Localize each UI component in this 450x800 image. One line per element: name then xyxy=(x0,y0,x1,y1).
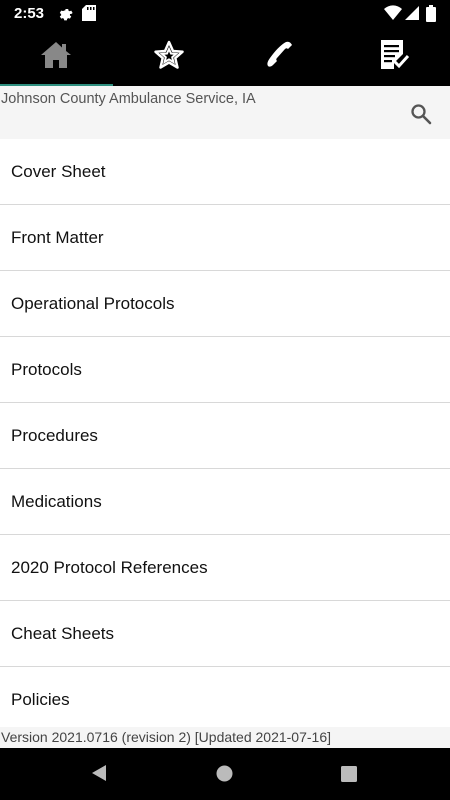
list-item[interactable]: 2020 Protocol References xyxy=(0,535,450,601)
list-item[interactable]: Operational Protocols xyxy=(0,271,450,337)
system-nav-bar xyxy=(0,748,450,800)
checklist-icon xyxy=(378,39,410,76)
back-icon[interactable] xyxy=(91,764,107,787)
status-bar: 2:53 xyxy=(0,0,450,28)
list-item-label: Protocols xyxy=(11,359,82,379)
list-item[interactable]: Policies xyxy=(0,667,450,727)
tab-favorites[interactable] xyxy=(113,28,226,86)
list-item[interactable]: Cover Sheet xyxy=(0,139,450,205)
tab-contacts[interactable] xyxy=(225,28,338,86)
list-item[interactable]: Front Matter xyxy=(0,205,450,271)
list-item[interactable]: Protocols xyxy=(0,337,450,403)
cell-signal-icon xyxy=(405,5,419,26)
list-item-label: Front Matter xyxy=(11,227,104,247)
list-item-label: Procedures xyxy=(11,425,98,445)
list-item-label: Cover Sheet xyxy=(11,161,106,181)
tab-bar xyxy=(0,28,450,86)
list-item-label: Operational Protocols xyxy=(11,293,175,313)
page-header: Johnson County Ambulance Service, IA xyxy=(0,86,450,139)
gear-icon xyxy=(57,5,73,26)
list-item[interactable]: Medications xyxy=(0,469,450,535)
list-item[interactable]: Cheat Sheets xyxy=(0,601,450,667)
list-item-label: Cheat Sheets xyxy=(11,623,115,643)
list-item-label: 2020 Protocol References xyxy=(11,557,208,577)
list-item-label: Policies xyxy=(11,689,70,709)
home-icon xyxy=(40,40,72,75)
home-circle-icon[interactable] xyxy=(216,765,233,787)
status-time: 2:53 xyxy=(14,5,45,22)
star-icon xyxy=(153,40,185,75)
search-icon[interactable] xyxy=(410,103,432,130)
protocol-menu-list: Cover Sheet Front Matter Operational Pro… xyxy=(0,139,450,727)
battery-icon xyxy=(426,5,436,27)
tab-checklist[interactable] xyxy=(338,28,450,86)
tab-home[interactable] xyxy=(0,28,113,86)
sd-card-icon xyxy=(82,5,96,26)
page-title: Johnson County Ambulance Service, IA xyxy=(1,91,256,107)
phone-icon xyxy=(264,39,298,76)
list-item[interactable]: Procedures xyxy=(0,403,450,469)
version-footer: Version 2021.0716 (revision 2) [Updated … xyxy=(0,727,450,748)
list-item-label: Medications xyxy=(11,491,102,511)
recents-square-icon[interactable] xyxy=(341,766,357,787)
wifi-icon xyxy=(384,5,402,26)
